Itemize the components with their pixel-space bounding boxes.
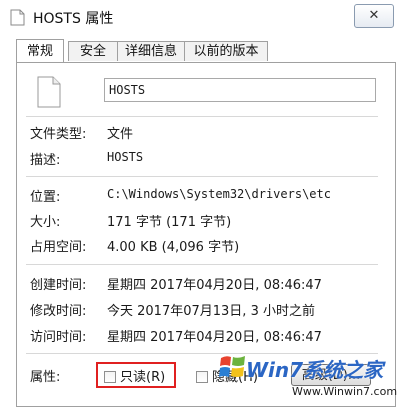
created-value: 星期四 2017年04月20日, 08:46:47	[107, 278, 322, 293]
attributes-label: 属性:	[30, 370, 61, 385]
description-value: HOSTS	[107, 150, 144, 164]
highlight-box	[96, 362, 176, 388]
size-on-disk-value: 4.00 KB (4,096 字节)	[107, 240, 240, 255]
properties-window: HOSTS 属性 ✕ 常规 安全 详细信息 以前的版本 HOSTS 文件类型: …	[0, 0, 400, 407]
file-name-field[interactable]: HOSTS	[104, 78, 376, 102]
tab-general[interactable]: 常规	[16, 39, 64, 62]
file-type-value: 文件	[107, 127, 134, 142]
watermark-url: Www.Winwin7.com	[292, 385, 398, 398]
description-label: 描述:	[30, 153, 61, 168]
size-on-disk-label: 占用空间:	[30, 240, 87, 255]
location-label: 位置:	[30, 190, 61, 205]
file-icon	[37, 76, 61, 108]
checkbox-box[interactable]	[196, 371, 208, 383]
modified-value: 今天 2017年07月13日, 3 小时之前	[107, 304, 315, 319]
close-icon: ✕	[368, 8, 380, 23]
accessed-label: 访问时间:	[30, 330, 87, 345]
tab-previous-versions[interactable]: 以前的版本	[184, 41, 268, 61]
tab-details[interactable]: 详细信息	[117, 41, 185, 61]
modified-label: 修改时间:	[30, 304, 87, 319]
location-value: C:\Windows\System32\drivers\etc	[107, 187, 331, 201]
close-button[interactable]: ✕	[354, 4, 394, 28]
created-label: 创建时间:	[30, 278, 87, 293]
watermark-title: Win7系统之家	[246, 358, 384, 382]
accessed-value: 星期四 2017年04月20日, 08:46:47	[107, 330, 322, 345]
file-type-label: 文件类型:	[30, 127, 87, 142]
divider	[26, 116, 378, 117]
file-icon	[10, 9, 25, 26]
size-label: 大小:	[30, 215, 61, 230]
windows-logo-icon	[219, 356, 245, 377]
window-title: HOSTS 属性	[33, 11, 114, 27]
title-bar: HOSTS 属性 ✕	[0, 0, 400, 34]
divider	[26, 264, 378, 265]
divider	[26, 176, 378, 177]
tab-security[interactable]: 安全	[68, 41, 118, 61]
size-value: 171 字节 (171 字节)	[107, 215, 232, 230]
